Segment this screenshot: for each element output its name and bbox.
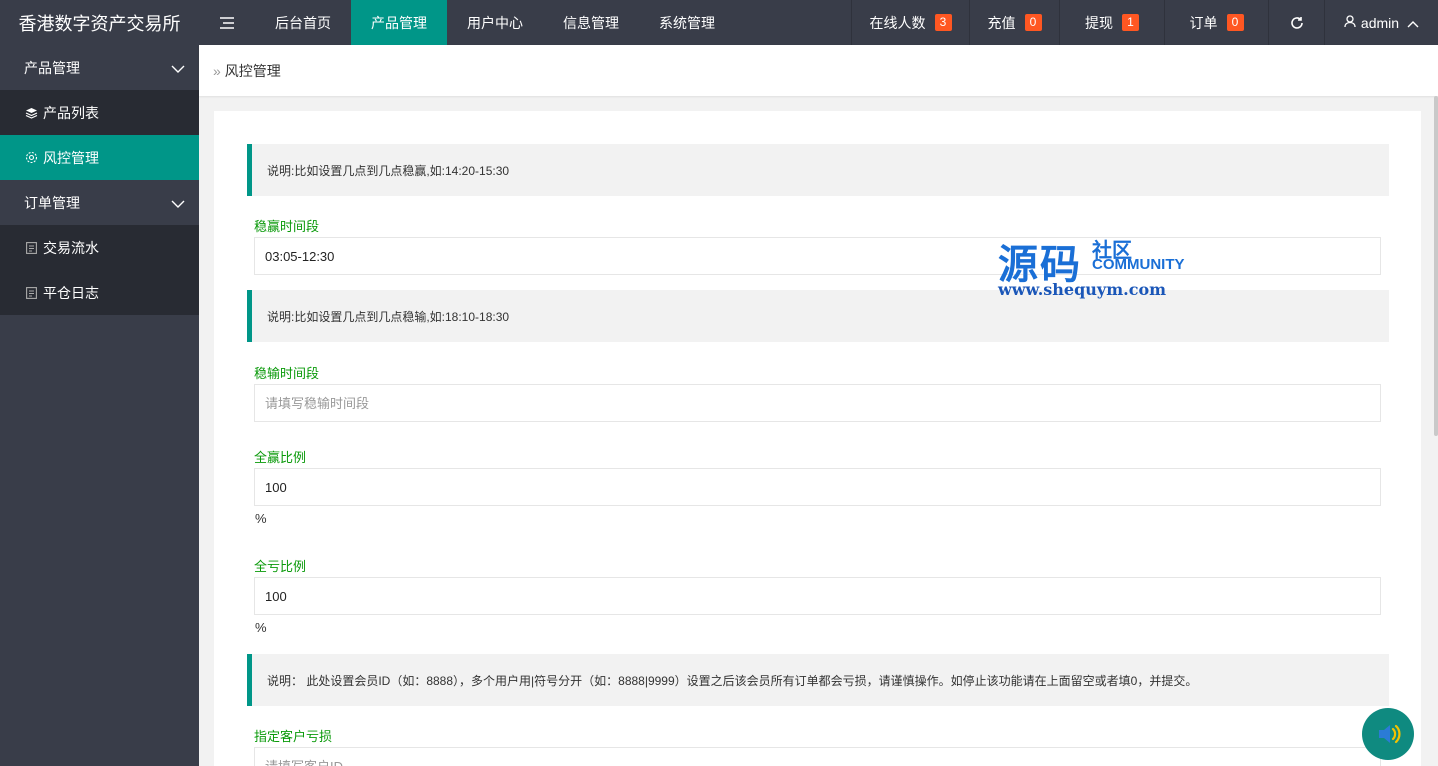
loss-customer-input[interactable]	[254, 747, 1381, 766]
recharge-badge: 0	[1024, 14, 1042, 31]
sidebar-item-label: 交易流水	[43, 239, 99, 256]
refresh-icon[interactable]	[1268, 0, 1324, 45]
orders-label: 订单	[1189, 14, 1218, 31]
sidebar: 产品管理 产品列表 风控管理 订单管理 交易流水 平仓日志	[0, 45, 199, 766]
full-loss-unit: %	[255, 620, 267, 635]
chevron-down-icon	[171, 60, 185, 76]
notice-loss-customer: 说明： 此处设置会员ID（如：8888），多个用户用|符号分开（如：8888|9…	[247, 654, 1389, 706]
watermark-logo: 源码 社区 COMMUNITY www.shequym.com	[998, 232, 1198, 302]
online-users-label: 在线人数	[869, 14, 926, 31]
orders[interactable]: 订单 0	[1164, 0, 1268, 45]
sidebar-item-label: 风控管理	[43, 149, 99, 166]
topnav-user-center[interactable]: 用户中心	[447, 0, 543, 45]
breadcrumb-current: 风控管理	[224, 62, 281, 79]
top-header: 香港数字资产交易所 后台首页 产品管理 用户中心 信息管理 系统管理 在线人数 …	[0, 0, 1438, 45]
user-name: admin	[1360, 14, 1400, 31]
gear-icon	[24, 151, 38, 165]
watermark-url: www.shequym.com	[998, 280, 1167, 299]
user-icon	[1344, 14, 1356, 31]
double-chevron-icon: »	[213, 62, 221, 79]
topnav-info[interactable]: 信息管理	[543, 0, 639, 45]
sidebar-group-product[interactable]: 产品管理	[0, 45, 199, 90]
clipboard-icon	[24, 286, 38, 300]
online-users-badge: 3	[934, 14, 952, 31]
win-period-input[interactable]	[254, 237, 1381, 275]
label-win-period: 稳赢时间段	[254, 219, 320, 234]
user-menu[interactable]: admin	[1324, 0, 1438, 45]
label-full-win: 全赢比例	[254, 450, 307, 465]
sidebar-item-label: 平仓日志	[43, 284, 99, 301]
label-full-loss: 全亏比例	[254, 559, 307, 574]
chevron-down-icon	[171, 195, 185, 211]
sidebar-group-label: 订单管理	[24, 194, 80, 211]
sound-widget-icon[interactable]	[1362, 708, 1414, 760]
sidebar-item-trade-flow[interactable]: 交易流水	[0, 225, 199, 270]
sidebar-item-risk-control[interactable]: 风控管理	[0, 135, 199, 180]
label-lose-period: 稳输时间段	[254, 366, 320, 381]
sidebar-group-orders[interactable]: 订单管理	[0, 180, 199, 225]
online-users[interactable]: 在线人数 3	[851, 0, 969, 45]
notice-lose-period: 说明:比如设置几点到几点稳输,如:18:10-18:30	[247, 290, 1389, 342]
breadcrumb: » 风控管理	[199, 45, 1438, 96]
sidebar-group-label: 产品管理	[24, 59, 80, 76]
topnav-home[interactable]: 后台首页	[255, 0, 351, 45]
withdraw[interactable]: 提现 1	[1059, 0, 1164, 45]
watermark-en: COMMUNITY	[1092, 256, 1185, 273]
lose-period-input[interactable]	[254, 384, 1381, 422]
withdraw-badge: 1	[1122, 14, 1139, 31]
recharge-label: 充值	[987, 14, 1016, 31]
notice-win-period: 说明:比如设置几点到几点稳赢,如:14:20-15:30	[247, 144, 1389, 196]
risk-control-form: 说明:比如设置几点到几点稳赢,如:14:20-15:30 稳赢时间段 说明:比如…	[214, 111, 1421, 766]
label-loss-customer: 指定客户亏损	[254, 729, 333, 744]
layers-icon	[24, 106, 38, 120]
menu-toggle-icon[interactable]	[199, 0, 255, 45]
sidebar-item-label: 产品列表	[43, 104, 99, 121]
orders-badge: 0	[1226, 14, 1244, 31]
recharge[interactable]: 充值 0	[969, 0, 1059, 45]
sidebar-item-product-list[interactable]: 产品列表	[0, 90, 199, 135]
sidebar-item-close-log[interactable]: 平仓日志	[0, 270, 199, 315]
topnav-product[interactable]: 产品管理	[351, 0, 447, 45]
right-nav: 在线人数 3 充值 0 提现 1 订单 0 admin	[851, 0, 1438, 45]
app-title: 香港数字资产交易所	[0, 0, 199, 45]
chevron-up-icon	[1407, 15, 1419, 31]
top-nav: 后台首页 产品管理 用户中心 信息管理 系统管理	[255, 0, 735, 45]
page-scrollbar[interactable]	[1434, 96, 1438, 436]
full-loss-input[interactable]	[254, 577, 1381, 615]
withdraw-label: 提现	[1085, 14, 1113, 31]
clipboard-icon	[24, 241, 38, 255]
full-win-input[interactable]	[254, 468, 1381, 506]
topnav-system[interactable]: 系统管理	[639, 0, 735, 45]
full-win-unit: %	[255, 511, 267, 526]
